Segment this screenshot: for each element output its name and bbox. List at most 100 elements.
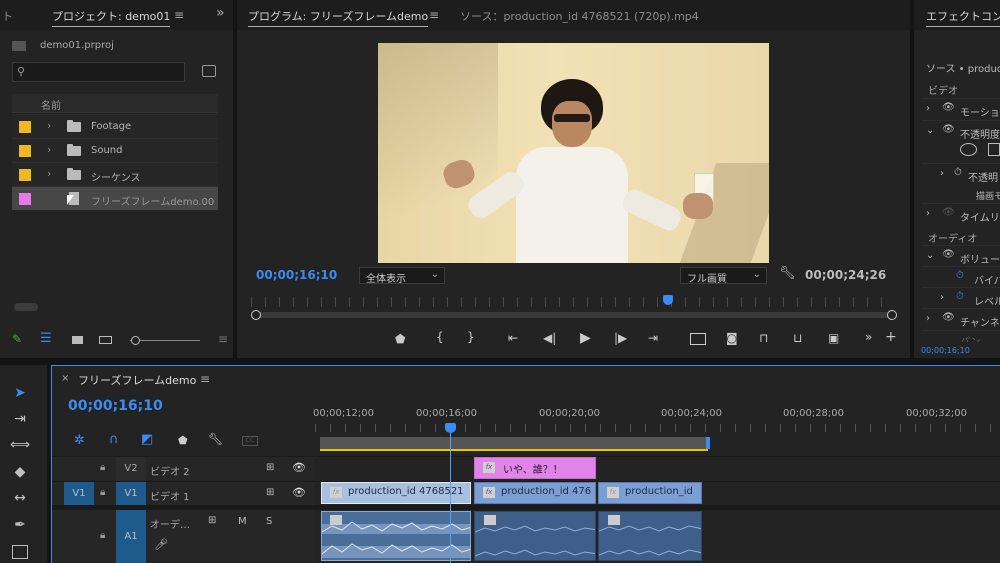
sync-lock-icon[interactable]: ⊞ xyxy=(266,462,274,473)
search-input[interactable]: ⚲ xyxy=(12,62,185,82)
work-area-bar[interactable] xyxy=(320,437,708,449)
project-menu-icon[interactable]: ≡ xyxy=(174,8,184,22)
visibility-eye-icon[interactable]: 👁︎ xyxy=(942,249,955,260)
list-item[interactable]: › Footage xyxy=(12,114,218,138)
out-point-icon[interactable]: } xyxy=(467,330,475,344)
slip-tool-icon[interactable]: ↔ xyxy=(10,490,30,510)
go-to-in-icon[interactable]: ⇤ xyxy=(508,331,518,345)
label-color-swatch[interactable] xyxy=(19,145,31,157)
audio-clip[interactable] xyxy=(598,511,702,561)
snap-icon[interactable]: ∩ xyxy=(109,432,119,447)
tab-source[interactable]: ソース：production_id 4768521 (720p).mp4 xyxy=(460,8,699,24)
pencil-icon[interactable]: ✎ xyxy=(12,332,22,346)
expand-icon[interactable]: › xyxy=(940,168,944,179)
tab-project[interactable]: プロジェクト: demo01 xyxy=(52,8,171,27)
ripple-edit-tool-icon[interactable]: ⟺ xyxy=(10,437,30,457)
safe-margins-icon[interactable] xyxy=(690,333,706,345)
chevron-right-icon[interactable]: › xyxy=(47,119,51,132)
chevron-right-icon[interactable]: › xyxy=(47,143,51,156)
list-item[interactable]: › Sound xyxy=(12,138,218,162)
linked-selection-icon[interactable]: ◩ xyxy=(141,432,153,447)
stopwatch-icon[interactable]: ⏱︎ xyxy=(954,167,962,178)
freeform-view-icon[interactable] xyxy=(99,336,112,344)
program-menu-icon[interactable]: ≡ xyxy=(429,8,439,22)
column-name[interactable]: 名前 xyxy=(41,97,61,112)
list-view-icon[interactable]: ☰ xyxy=(40,331,52,346)
video-clip[interactable]: fx production_id xyxy=(598,482,702,504)
camera-icon[interactable]: ◙ xyxy=(726,331,738,345)
stopwatch-icon[interactable]: ⏱︎ xyxy=(956,270,964,281)
more-icon[interactable]: » xyxy=(865,330,872,344)
add-icon[interactable]: + xyxy=(885,329,897,345)
pen-tool-icon[interactable]: ✒ xyxy=(10,517,30,537)
effect-row-time-remap[interactable]: › 👁︎ タイムリ xyxy=(922,203,1000,225)
track-target-v2[interactable]: V2 xyxy=(116,457,146,481)
expand-icon[interactable]: › xyxy=(940,292,944,303)
lock-icon[interactable]: 🔒︎ xyxy=(100,487,105,498)
solo-button[interactable]: S xyxy=(266,516,272,527)
settings-wrench-icon[interactable]: 🔧︎ xyxy=(779,266,796,281)
visibility-eye-icon[interactable]: 👁︎ xyxy=(292,486,306,499)
effect-row-pan[interactable]: パン xyxy=(922,330,1000,342)
timeline-ruler[interactable]: 00;00;12;00 00;00;16;00 00;00;20;00 00;0… xyxy=(313,402,1000,436)
timeline-tab-title[interactable]: フリーズフレームdemo xyxy=(78,372,196,388)
new-bin-search-icon[interactable] xyxy=(202,65,216,77)
effect-source-line[interactable]: ソース • product xyxy=(926,60,1000,75)
sync-lock-icon[interactable]: ⊞ xyxy=(208,515,216,526)
visibility-eye-icon[interactable]: 👁︎ xyxy=(942,124,955,135)
visibility-eye-icon[interactable]: 👁︎ xyxy=(292,461,306,474)
audio-clip[interactable] xyxy=(321,511,471,561)
video-clip[interactable]: fx production_id 476 xyxy=(474,482,596,504)
horizontal-scrollbar[interactable] xyxy=(14,303,38,311)
play-icon[interactable]: ▶ xyxy=(580,330,591,346)
program-navigator[interactable] xyxy=(256,312,890,318)
work-area-end-handle[interactable] xyxy=(706,437,710,449)
track-v2-lane[interactable] xyxy=(316,456,1000,480)
expand-icon[interactable]: › xyxy=(926,103,930,114)
chevron-right-icon[interactable]: › xyxy=(47,167,51,180)
visibility-eye-icon[interactable]: 👁︎ xyxy=(942,312,955,323)
panel-menu-icon[interactable]: ≡ xyxy=(218,332,228,346)
lock-icon[interactable]: 🔒︎ xyxy=(100,530,105,541)
track-select-tool-icon[interactable]: ⇥ xyxy=(10,411,30,431)
close-icon[interactable]: × xyxy=(61,373,69,384)
in-point-icon[interactable]: { xyxy=(436,330,444,344)
mute-button[interactable]: M xyxy=(238,516,247,527)
label-color-swatch[interactable] xyxy=(19,169,31,181)
ellipse-mask-icon[interactable] xyxy=(960,143,977,156)
overwrite-icon[interactable]: ⊔ xyxy=(793,331,802,345)
track-target-a1[interactable]: A1 xyxy=(116,510,146,563)
effect-row-motion[interactable]: › 👁︎ モーショ xyxy=(922,98,1000,120)
timeline-playhead-line[interactable] xyxy=(450,433,451,563)
navigator-handle-right[interactable] xyxy=(887,310,897,320)
zoom-level-select[interactable]: 全体表示 ⌄ xyxy=(359,267,445,285)
video-clip[interactable]: fx production_id 4768521 xyxy=(321,482,471,504)
lock-icon[interactable]: 🔒︎ xyxy=(100,462,105,473)
rectangle-mask-icon[interactable] xyxy=(988,143,1000,156)
effect-row-opacity-value[interactable]: › ⏱︎ 不透明 xyxy=(922,163,1000,185)
timeline-settings-icon[interactable]: 🔧︎ xyxy=(208,432,223,446)
expand-icon[interactable]: › xyxy=(926,313,930,324)
overflow-icon[interactable]: » xyxy=(216,5,225,21)
tab-program[interactable]: プログラム: フリーズフレームdemo xyxy=(248,8,429,27)
effect-row-bypass[interactable]: ⏱︎ バイパ xyxy=(922,266,1000,288)
effect-row-channel[interactable]: › 👁︎ チャンネ xyxy=(922,308,1000,330)
timeline-menu-icon[interactable]: ≡ xyxy=(200,372,210,386)
icon-view-icon[interactable] xyxy=(72,336,83,344)
label-color-swatch[interactable] xyxy=(19,193,31,205)
microphone-icon[interactable]: 🎤︎ xyxy=(154,538,168,551)
effect-row-opacity[interactable]: ⌄ 👁︎ 不透明度 xyxy=(922,120,1000,142)
captions-icon[interactable]: CC xyxy=(242,436,258,446)
add-marker-icon[interactable]: ⬟ xyxy=(178,434,188,447)
program-timecode-current[interactable]: 00;00;16;10 xyxy=(256,268,337,282)
title-clip[interactable]: fx いや、誰？！ xyxy=(474,457,596,479)
navigator-handle-left[interactable] xyxy=(251,310,261,320)
track-target-v1[interactable]: V1 xyxy=(116,482,146,506)
timeline-playhead-head[interactable] xyxy=(445,423,456,433)
effect-row-volume[interactable]: ⌄ 👁︎ ボリュー xyxy=(922,245,1000,267)
visibility-eye-icon[interactable]: 👁︎ xyxy=(942,102,955,113)
list-item[interactable]: › シーケンス xyxy=(12,162,218,186)
sync-lock-icon[interactable]: ⊞ xyxy=(266,487,274,498)
marker-icon[interactable]: ⬟ xyxy=(395,332,405,346)
step-forward-icon[interactable]: |▶ xyxy=(614,331,627,345)
